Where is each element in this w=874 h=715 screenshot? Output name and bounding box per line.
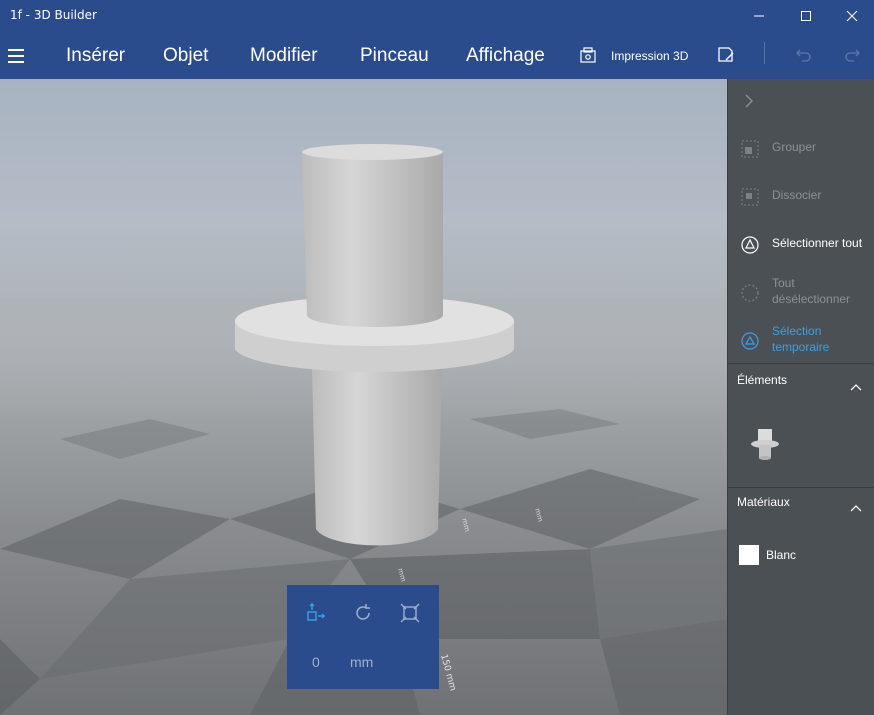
transform-unit: mm (350, 654, 374, 670)
toolbar-separator (764, 42, 765, 64)
temp-selection-button[interactable]: Sélection temporaire (728, 323, 874, 363)
materials-title: Matériaux (737, 495, 790, 509)
chevron-right-icon[interactable] (743, 93, 755, 109)
menu-bar: Insérer Objet Modifier Pinceau Affichage… (0, 32, 874, 79)
material-swatch[interactable] (739, 545, 759, 565)
transform-control-panel: 0 mm (287, 585, 439, 689)
menu-objet[interactable]: Objet (163, 45, 208, 67)
hamburger-menu-button[interactable] (8, 44, 32, 68)
elements-title: Éléments (737, 373, 788, 387)
menu-inserer[interactable]: Insérer (66, 45, 125, 67)
redo-icon[interactable] (842, 45, 862, 65)
close-icon (846, 10, 858, 22)
select-all-button[interactable]: Sélectionner tout (728, 235, 874, 275)
chevron-up-icon[interactable] (849, 382, 863, 392)
undo-icon[interactable] (794, 45, 814, 65)
ungroup-button[interactable]: Dissocier (728, 187, 874, 227)
group-label: Grouper (772, 140, 817, 154)
minimize-icon (754, 15, 764, 17)
deselect-all-button[interactable]: Tout désélectionner (728, 275, 874, 315)
right-panel: Grouper Dissocier Sélectionner tout Tout… (727, 79, 874, 715)
deselect-all-label: Tout désélectionner (772, 276, 851, 306)
menu-affichage[interactable]: Affichage (466, 45, 545, 67)
panel-divider (728, 363, 874, 364)
move-icon[interactable] (304, 601, 328, 625)
material-label: Blanc (766, 548, 797, 562)
maximize-icon (801, 11, 811, 21)
ruler-label-150: 150 mm (438, 653, 457, 692)
save-icon[interactable] (716, 45, 736, 65)
maximize-button[interactable] (783, 0, 829, 32)
select-all-label: Sélectionner tout (772, 236, 863, 250)
transform-value[interactable]: 0 (312, 654, 320, 670)
group-button[interactable]: Grouper (728, 139, 874, 179)
menu-pinceau[interactable]: Pinceau (360, 45, 429, 67)
close-button[interactable] (829, 0, 874, 32)
print-3d-button[interactable]: Impression 3D (611, 49, 688, 63)
deselect-all-icon (741, 284, 759, 302)
panel-divider (728, 487, 874, 488)
ungroup-icon (741, 188, 759, 206)
minimize-button[interactable] (736, 0, 782, 32)
ruler-label-2: mm (460, 517, 471, 532)
title-bar: 1f - 3D Builder (0, 0, 874, 32)
printer-icon[interactable] (579, 46, 597, 64)
temp-selection-icon (741, 332, 759, 350)
window-title: 1f - 3D Builder (10, 8, 97, 22)
element-thumbnail[interactable] (750, 427, 780, 465)
menu-modifier[interactable]: Modifier (250, 45, 318, 67)
group-icon (741, 140, 759, 158)
chevron-up-icon[interactable] (849, 503, 863, 513)
select-all-icon (741, 236, 759, 254)
ungroup-label: Dissocier (772, 188, 822, 202)
scale-icon[interactable] (398, 601, 422, 625)
temp-selection-label: Sélection temporaire (772, 324, 830, 354)
rotate-icon[interactable] (351, 601, 375, 625)
